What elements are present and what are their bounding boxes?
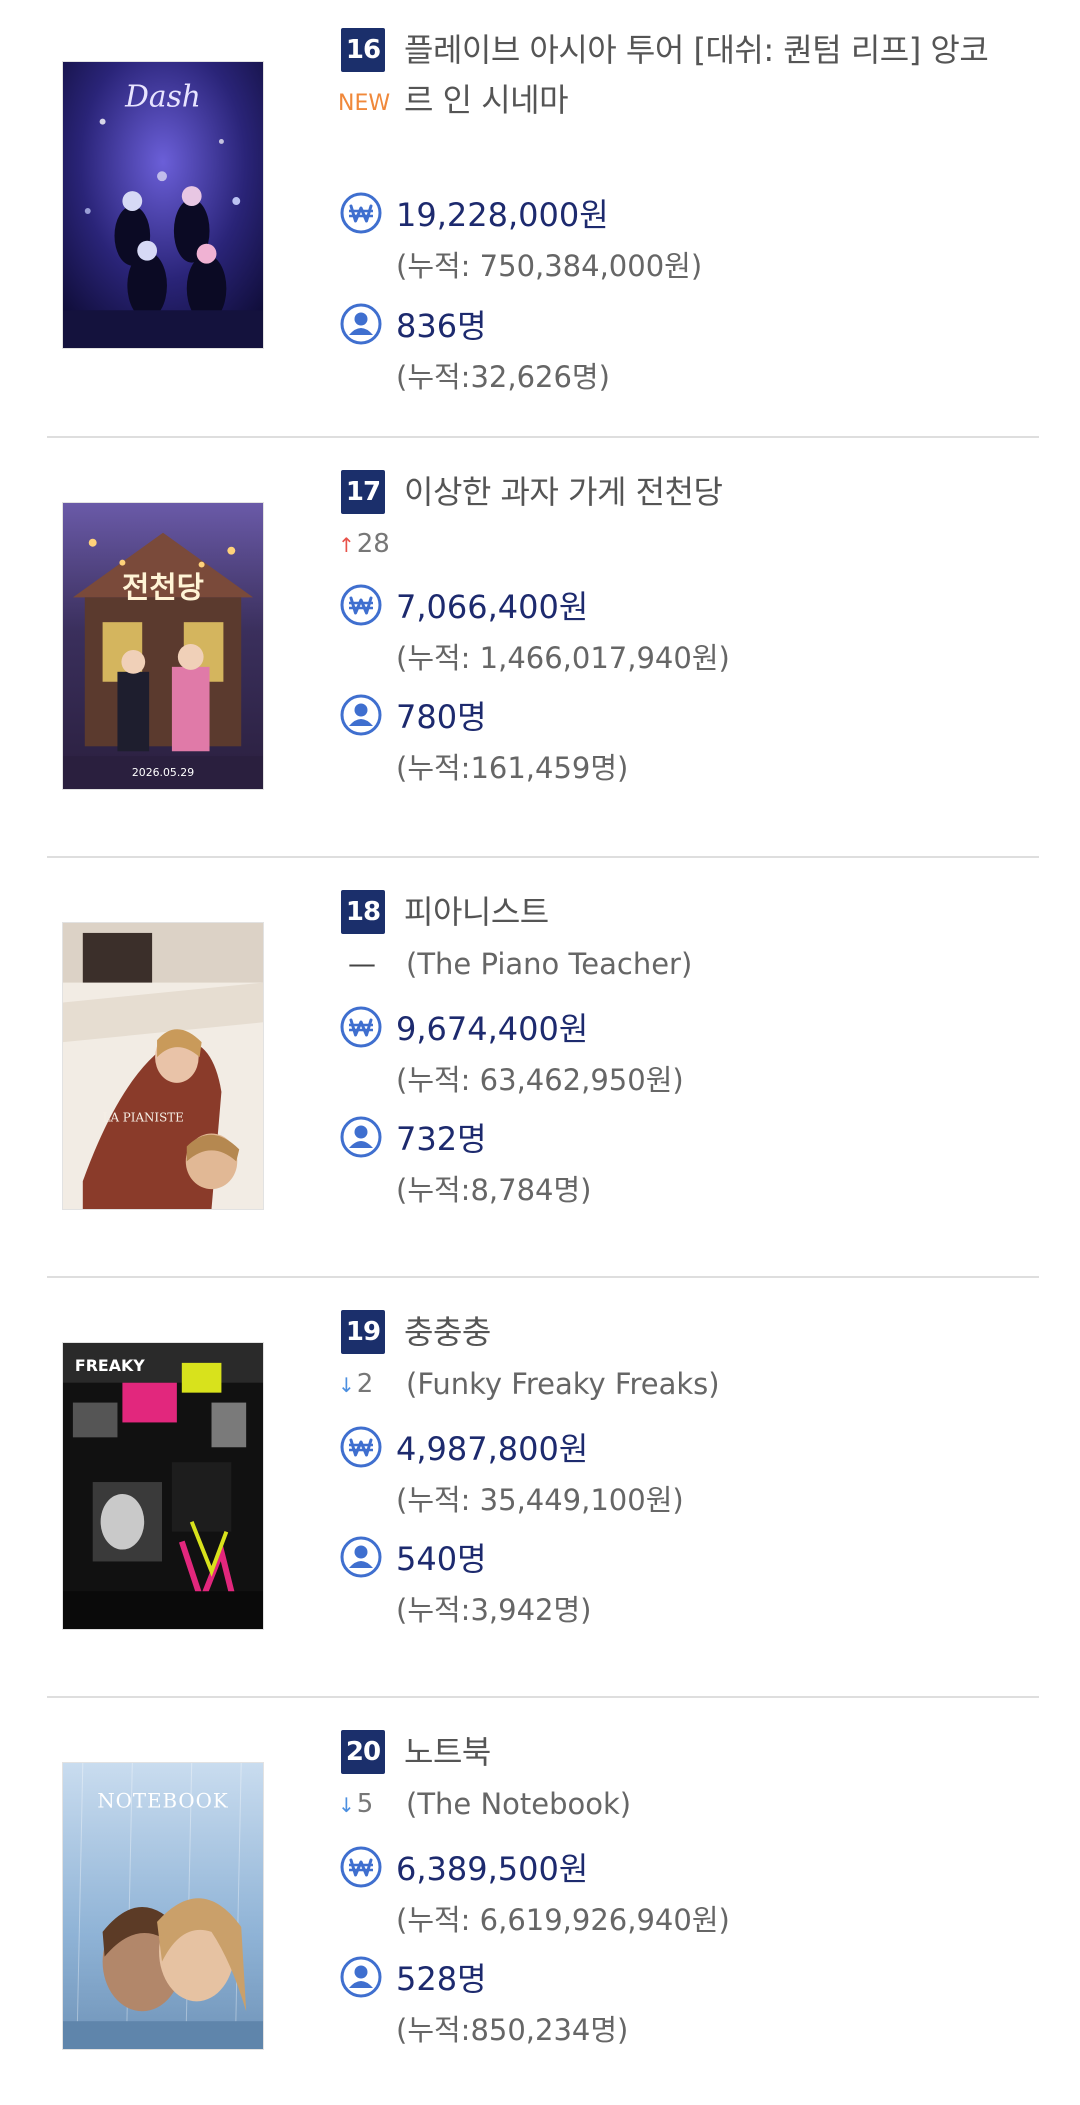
poster-date: 2026.05.29 [132,766,194,779]
poster-title: NOTEBOOK [97,1790,228,1813]
rank-change: ↓5 [338,1784,373,1825]
list-item: LA PIANISTE 18 피아니스트 — (The Piano Teache… [0,840,1080,1278]
won-icon [340,1846,382,1888]
list-item: 전천당 2026.05.29 17 이상한 과자 가게 전천당 ↑28 7,06… [0,420,1080,858]
poster-title: Dash [124,80,201,115]
list-item: FREAKY 19 충충충 ↓2 (Funky Freaky Freaks) 4… [0,1260,1080,1698]
won-icon [340,1006,382,1048]
person-icon [340,303,382,345]
cumulative-audience: (누적:161,459명) [396,751,629,785]
list-item: Dash 16 플레이브 아시아 투어 [대쉬: 퀀텀 리프] 앙코르 인 시네… [0,0,1080,438]
rank-change-value: 5 [356,1789,374,1819]
rank-change: ↓2 [338,1364,373,1405]
movie-title[interactable]: 노트북 [404,1727,1044,1777]
arrow-down-icon: ↓ [338,1793,355,1817]
movie-poster[interactable]: Dash [62,61,264,349]
original-title: (The Piano Teacher) [406,947,693,981]
cumulative-audience: (누적:3,942명) [396,1593,592,1627]
rank-change-value: 2 [356,1369,374,1399]
movie-poster[interactable]: 전천당 2026.05.29 [62,502,264,790]
daily-audience: 780명 [396,698,487,736]
daily-audience: 540명 [396,1540,487,1578]
poster-title: FREAKY [75,1356,145,1375]
rank-change: — [338,944,376,985]
list-item: NOTEBOOK 20 노트북 ↓5 (The Notebook) 6,389,… [0,1680,1080,2100]
rank-badge: 20 [341,1730,385,1774]
person-icon [340,1116,382,1158]
poster-title: 전천당 [122,570,204,605]
movie-title[interactable]: 피아니스트 [404,887,1044,937]
won-icon [340,192,382,234]
cumulative-audience: (누적:32,626명) [396,360,610,394]
arrow-down-icon: ↓ [338,1373,355,1397]
daily-revenue: 9,674,400원 [396,1010,589,1048]
daily-revenue: 6,389,500원 [396,1850,589,1888]
cumulative-revenue: (누적: 6,619,926,940원) [396,1903,730,1937]
cumulative-revenue: (누적: 63,462,950원) [396,1063,684,1097]
no-change-icon: — [348,947,376,980]
rank-badge: 19 [341,1310,385,1354]
rank-badge: 16 [341,28,385,72]
cumulative-revenue: (누적: 35,449,100원) [396,1483,684,1517]
movie-poster[interactable]: LA PIANISTE [62,922,264,1210]
movie-poster[interactable]: FREAKY [62,1342,264,1630]
original-title: (Funky Freaky Freaks) [406,1367,720,1401]
person-icon [340,694,382,736]
cumulative-audience: (누적:8,784명) [396,1173,592,1207]
rank-badge: 17 [341,470,385,514]
movie-title[interactable]: 플레이브 아시아 투어 [대쉬: 퀀텀 리프] 앙코르 인 시네마 [404,25,1004,125]
arrow-up-icon: ↑ [338,533,355,557]
rank-change: ↑28 [338,524,390,565]
won-icon [340,1426,382,1468]
daily-audience: 528명 [396,1960,487,1998]
person-icon [340,1956,382,1998]
cumulative-revenue: (누적: 750,384,000원) [396,249,703,283]
won-icon [340,584,382,626]
rank-change: NEW [338,82,390,124]
daily-audience: 836명 [396,307,487,345]
poster-title: LA PIANISTE [103,1111,184,1125]
movie-poster[interactable]: NOTEBOOK [62,1762,264,2050]
cumulative-revenue: (누적: 1,466,017,940원) [396,641,730,675]
daily-revenue: 7,066,400원 [396,588,589,626]
person-icon [340,1536,382,1578]
daily-audience: 732명 [396,1120,487,1158]
daily-revenue: 19,228,000원 [396,196,609,234]
original-title: (The Notebook) [406,1787,632,1821]
rank-badge: 18 [341,890,385,934]
rank-change-value: 28 [356,529,390,559]
movie-title[interactable]: 이상한 과자 가게 전천당 [404,467,1044,517]
movie-title[interactable]: 충충충 [404,1307,1044,1357]
daily-revenue: 4,987,800원 [396,1430,589,1468]
cumulative-audience: (누적:850,234명) [396,2013,629,2047]
new-badge: NEW [338,91,391,116]
